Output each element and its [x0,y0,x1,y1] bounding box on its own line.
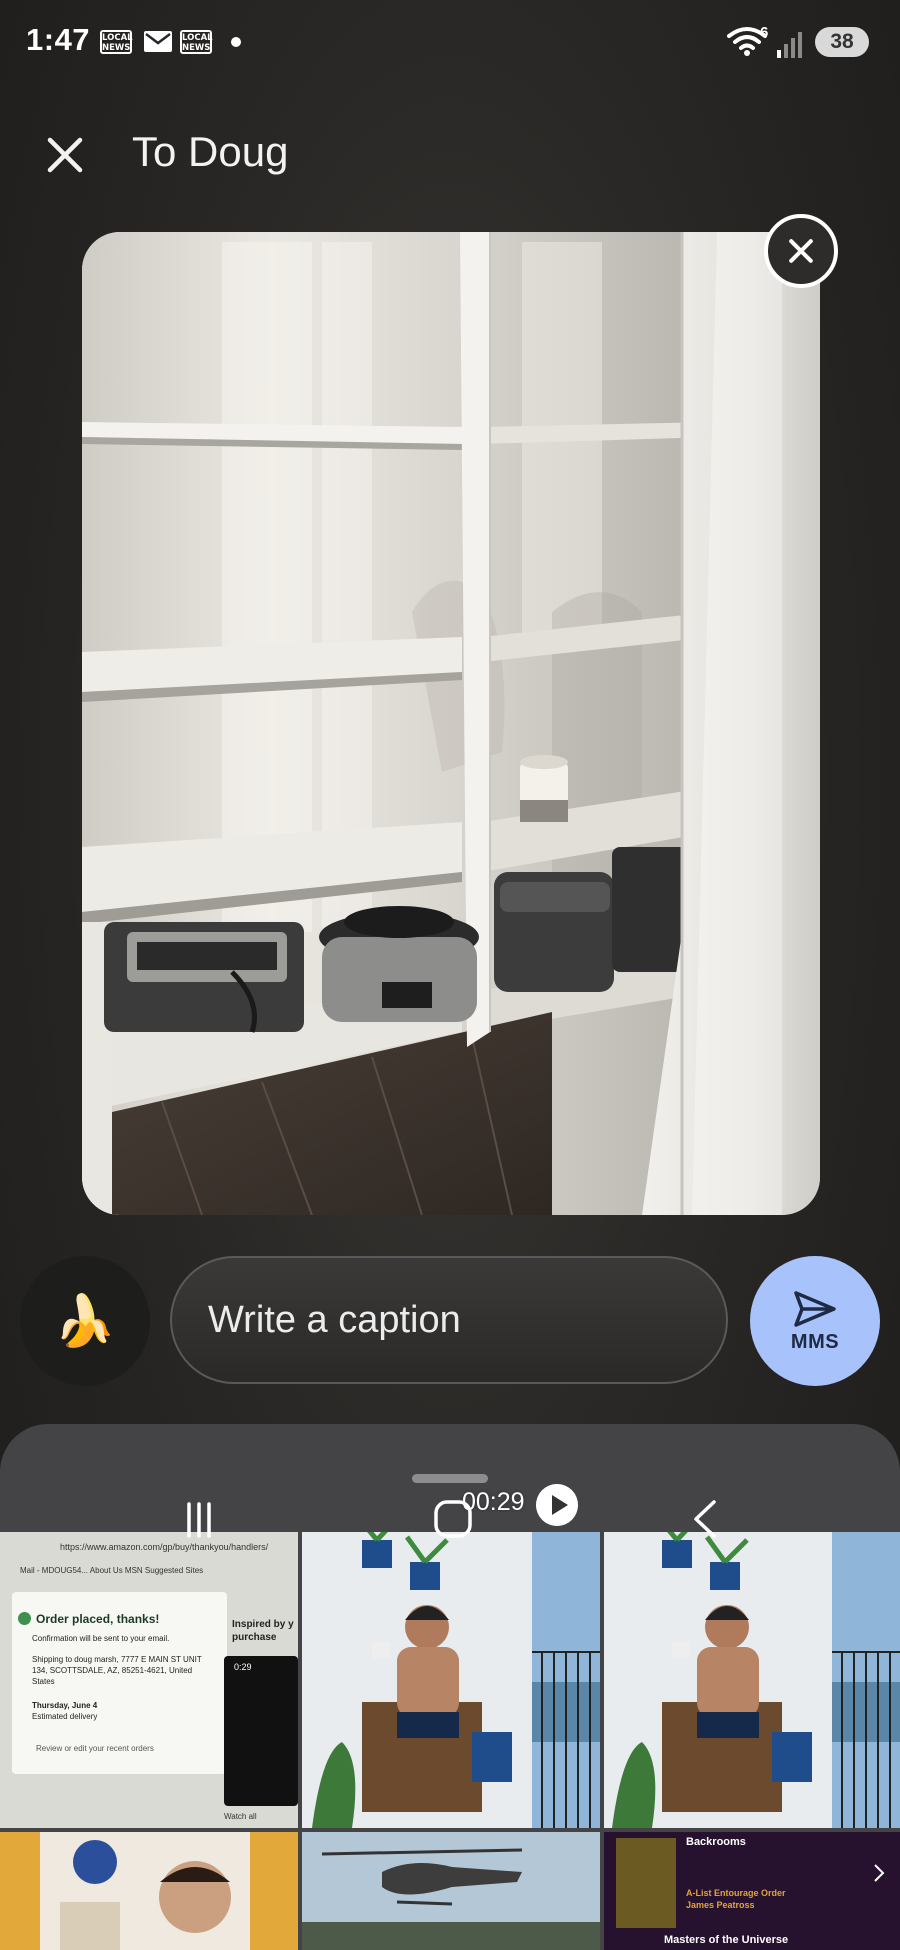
gallery-thumbnail[interactable] [302,1532,600,1828]
mail-icon [144,31,172,52]
close-button[interactable] [40,130,90,180]
local-news-icon: LOCAL NEWS [180,30,213,54]
battery-indicator: 38 [815,27,869,57]
home-nav-icon[interactable] [432,1498,474,1540]
book-cover [616,1838,676,1928]
pantry-photo [82,232,820,1215]
order-title: Order placed, thanks! [36,1612,160,1626]
emoji-button[interactable]: 🍌 [20,1256,150,1386]
video-preview [224,1656,298,1806]
helicopter-photo [302,1832,600,1950]
local-news-icon: LOCAL NEWS [100,30,133,54]
book-line: A-List Entourage Order [686,1888,786,1898]
delivery-date: Thursday, June 4 [32,1701,98,1710]
status-bar: 1:47 LOCAL NEWS LOCAL NEWS 6 38 [0,0,900,86]
gallery-video-thumbnail[interactable] [302,1832,600,1950]
gallery-thumbnail[interactable]: Backrooms A-List Entourage Order James P… [604,1832,900,1950]
gallery-thumbnail[interactable]: https://www.amazon.com/gp/buy/thankyou/h… [0,1532,298,1828]
chevron-right-icon [874,1864,885,1882]
order-shipping: Shipping to doug marsh, 7777 E MAIN ST U… [32,1655,202,1686]
browser-url: https://www.amazon.com/gp/buy/thankyou/h… [60,1542,269,1552]
send-icon [794,1290,836,1327]
notification-dot [231,37,241,47]
attached-photo[interactable] [82,232,820,1215]
caption-input[interactable] [170,1256,728,1384]
gallery-thumbnail[interactable] [0,1832,298,1950]
banana-emoji: 🍌 [53,1291,117,1350]
delivery-label: Estimated delivery [32,1712,98,1721]
status-time: 1:47 [26,22,91,57]
back-nav-icon[interactable] [690,1498,720,1540]
gallery-thumbnail[interactable] [604,1532,900,1828]
check-icon [18,1612,31,1625]
browser-bookmarks: Mail - MDOUG54... About Us MSN Suggested… [20,1566,204,1575]
recipient-title: To Doug [132,128,289,175]
order-review-link: Review or edit your recent orders [36,1744,154,1753]
send-button-label: MMS [790,1330,840,1353]
balcony-photo [302,1532,600,1828]
drag-handle[interactable] [412,1474,488,1483]
remove-attachment-button[interactable] [764,214,838,288]
watch-all-link: Watch all [224,1812,257,1821]
kitchen-photo [0,1832,298,1950]
book-author: James Peatross [686,1900,755,1910]
inspired-heading: Inspired by y purchase [232,1619,294,1643]
wifi-standard-label: 6 [760,24,769,41]
cell-signal-icon [777,32,802,58]
play-icon [536,1484,578,1526]
video-time: 0:29 [234,1662,252,1672]
send-mms-button[interactable]: MMS [750,1256,880,1386]
recents-nav-icon[interactable] [184,1500,214,1540]
book-title: Backrooms [686,1836,746,1848]
order-confirmation: Confirmation will be sent to your email. [32,1634,170,1643]
book-bottom-title: Masters of the Universe [664,1934,789,1946]
balcony-photo [604,1532,900,1828]
order-delivery-date: Thursday, June 4 Estimated delivery [32,1700,97,1722]
